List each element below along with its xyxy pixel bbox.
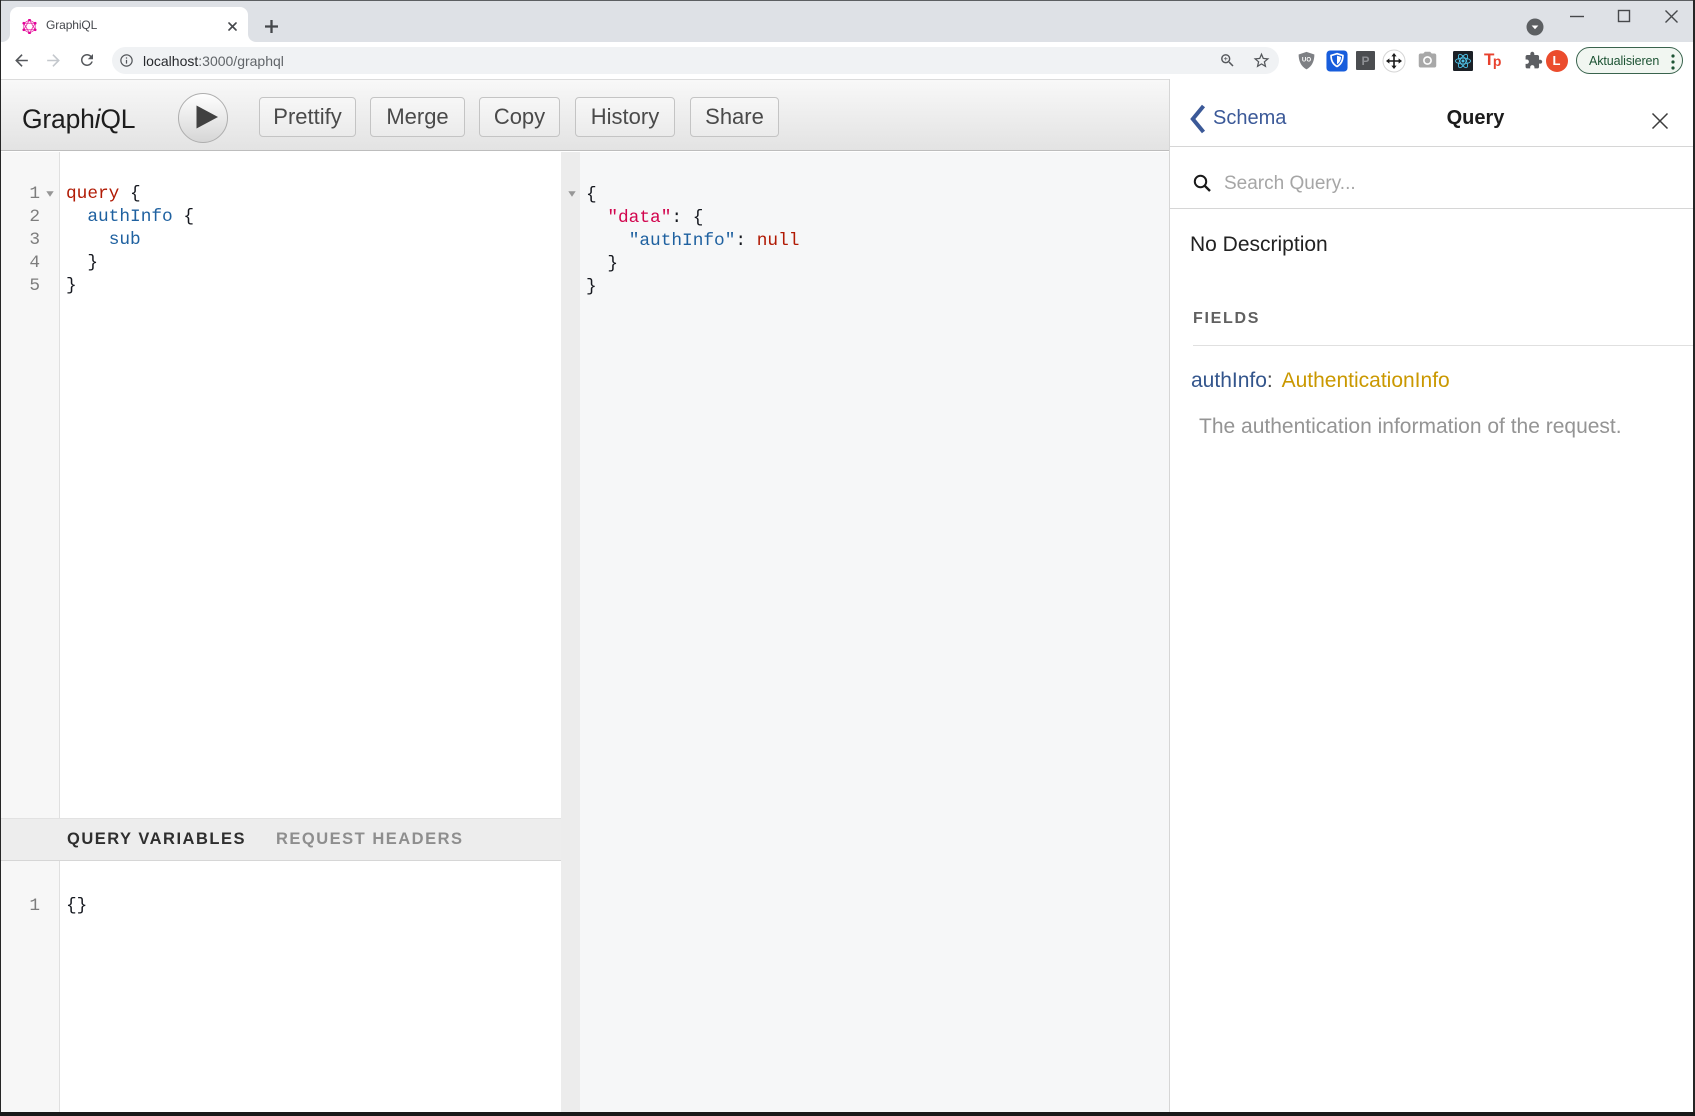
- svg-text:P: P: [1361, 54, 1369, 68]
- svg-text:UO: UO: [1302, 57, 1311, 64]
